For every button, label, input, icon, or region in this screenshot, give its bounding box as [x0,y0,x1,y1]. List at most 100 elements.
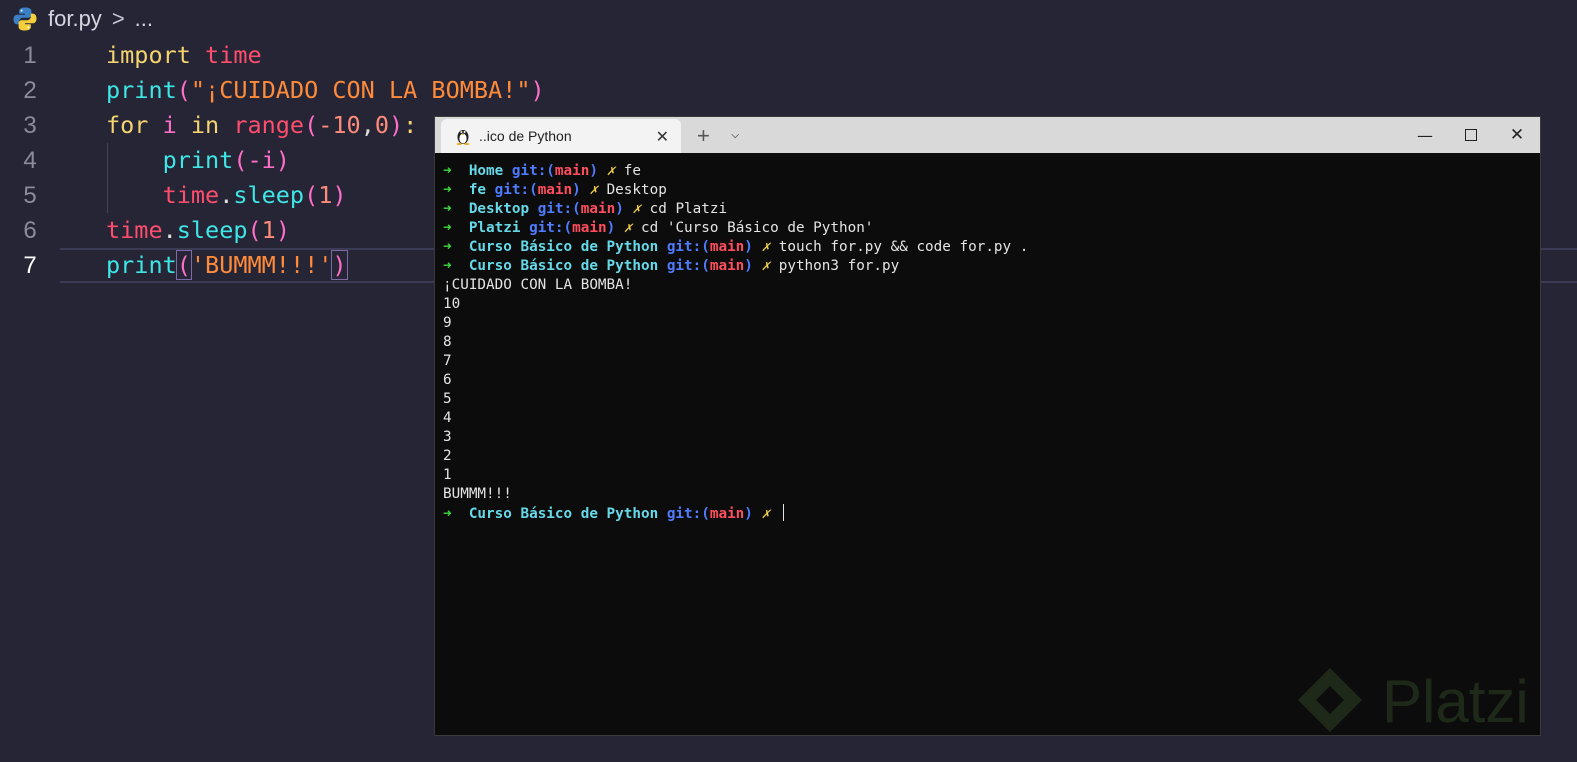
terminal-output-line: 5 [443,390,1532,409]
code-token: time [205,41,262,69]
terminal-window[interactable]: ..ico de Python ✕ + ⌵ — ✕ ➜ Home git:(ma… [434,116,1541,736]
maximize-button[interactable] [1448,117,1494,153]
code-token: "¡CUIDADO CON LA BOMBA!" [190,76,531,104]
code-token: time [162,181,220,209]
code-token: -i [247,146,276,174]
code-token: print [106,76,177,104]
output-text: 8 [443,334,452,350]
breadcrumb-ellipsis[interactable]: ... [135,6,153,32]
prompt-git-label: git:( [666,506,710,522]
code-token: : [403,111,418,139]
code-token: ( [176,76,191,104]
prompt-git-branch: main [709,239,745,255]
prompt-command: fe [623,163,642,179]
code-token: , [360,111,375,139]
prompt-git-label: git:( [666,258,710,274]
code-token: ) [275,146,290,174]
line-number: 3 [23,112,37,139]
code-text: for i in range(-10,0): [106,108,417,143]
code-token: ) [275,216,290,244]
prompt-command: touch for.py && code for.py . [778,239,1029,255]
breadcrumb-file[interactable]: for.py [48,6,102,32]
prompt-directory: Curso Básico de Python [468,258,659,274]
chevron-down-icon[interactable]: ⌵ [731,126,739,142]
prompt-git-label: git:( [511,163,555,179]
output-text: 4 [443,410,452,426]
code-token: in [190,111,234,139]
code-text: time.sleep(1) [106,213,290,248]
prompt-dirty-icon: ✗ [589,182,598,198]
terminal-tab[interactable]: ..ico de Python ✕ [441,119,681,153]
prompt-git-branch: main [709,258,745,274]
prompt-git-label: git:( [666,239,710,255]
platzi-watermark-logo: Platzi [1298,668,1529,735]
code-token: ) [389,111,404,139]
minimize-button[interactable]: — [1402,117,1448,153]
terminal-output-line: 2 [443,447,1532,466]
terminal-prompt-line: ➜ fe git:(main) ✗ Desktop [443,181,1532,200]
code-token: range [233,111,305,139]
prompt-command: cd Platzi [649,201,728,217]
prompt-directory: Curso Básico de Python [468,506,659,522]
output-text: 9 [443,315,452,331]
close-window-button[interactable]: ✕ [1494,117,1540,153]
prompt-arrow-icon: ➜ [443,258,452,274]
code-text: print("¡CUIDADO CON LA BOMBA!") [106,73,545,108]
line-number: 7 [23,252,37,279]
prompt-git-branch: main [580,201,616,217]
code-text: import time [106,38,262,73]
new-tab-button[interactable]: + [697,123,710,149]
prompt-git-label: git:( [494,182,538,198]
prompt-dirty-icon: ✗ [632,201,642,217]
prompt-arrow-icon: ➜ [443,201,452,217]
terminal-output-line: 4 [443,409,1532,428]
code-token: ( [247,216,262,244]
terminal-output-line: 9 [443,314,1532,333]
code-token: ( [304,181,319,209]
prompt-dirty-icon: ✗ [623,220,633,236]
prompt-arrow-icon: ➜ [443,182,452,198]
prompt-directory: Curso Básico de Python [468,239,659,255]
prompt-dirty-icon: ✗ [606,163,616,179]
code-token: 'BUMMM!!!' [190,251,333,279]
terminal-prompt-line: ➜ Platzi git:(main) ✗ cd 'Curso Básico d… [443,219,1532,238]
terminal-output-line: 7 [443,352,1532,371]
prompt-dirty-icon: ✗ [761,239,771,255]
prompt-arrow-icon: ➜ [443,220,452,236]
prompt-arrow-icon: ➜ [443,163,452,179]
code-token: sleep [176,216,248,244]
terminal-output[interactable]: ➜ Home git:(main) ✗ fe ➜ fe git:(main) ✗ … [443,162,1532,523]
output-text: 3 [443,429,452,445]
prompt-directory: Desktop [468,201,530,217]
prompt-git-label: ) [589,163,598,179]
python-file-icon [13,7,37,31]
terminal-prompt-line: ➜ Curso Básico de Python git:(main) ✗ [443,504,1532,523]
line-number: 6 [23,217,37,244]
prompt-command: cd 'Curso Básico de Python' [641,220,874,236]
output-text: 2 [443,448,452,464]
prompt-git-branch: main [709,506,745,522]
prompt-dirty-icon: ✗ [761,258,771,274]
code-token: ( [233,146,248,174]
code-token: . [162,216,177,244]
terminal-output-line: 8 [443,333,1532,352]
breadcrumb: for.py > ... [12,4,153,34]
output-text: 1 [443,467,452,483]
prompt-git-label: git:( [537,201,581,217]
prompt-directory: Platzi [468,220,521,236]
terminal-prompt-line: ➜ Curso Básico de Python git:(main) ✗ to… [443,238,1532,257]
prompt-git-branch: main [572,220,607,236]
code-text: time.sleep(1) [106,178,347,213]
terminal-output-line: 3 [443,428,1532,447]
code-token: 1 [318,181,333,209]
line-number: 5 [23,182,37,209]
code-text: print(-i) [106,143,290,178]
terminal-prompt-line: ➜ Desktop git:(main) ✗ cd Platzi [443,200,1532,219]
line-number: 4 [23,147,37,174]
terminal-prompt-line: ➜ Home git:(main) ✗ fe [443,162,1532,181]
code-token: import [106,41,206,69]
close-tab-icon[interactable]: ✕ [656,127,669,147]
terminal-titlebar[interactable]: ..ico de Python ✕ + ⌵ — ✕ [435,117,1540,153]
